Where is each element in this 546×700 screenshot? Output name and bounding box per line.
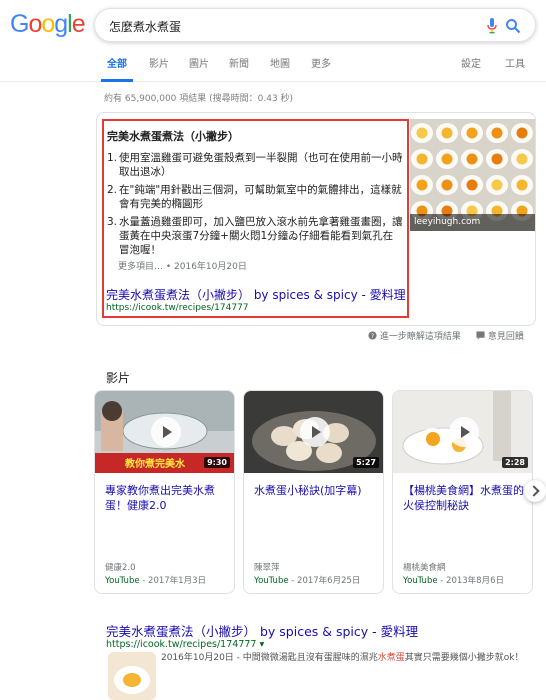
list-item: 2. 在"鈍端"用針戳出三個洞，可幫助氣室中的氣體排出，這樣就會有完美的橢圓形 bbox=[107, 183, 403, 211]
egg-yolk bbox=[516, 179, 528, 191]
egg-yolk bbox=[516, 127, 528, 139]
microphone-icon[interactable] bbox=[487, 18, 497, 34]
egg-yolk bbox=[491, 127, 503, 139]
search-box[interactable]: 怎麼煮水煮蛋 bbox=[94, 8, 536, 42]
video-author: 健康2.0 bbox=[105, 563, 136, 573]
videos-heading: 影片 bbox=[106, 371, 131, 385]
result-snippet-highlight: 水煮蛋 bbox=[377, 653, 405, 663]
egg-yolk bbox=[491, 153, 503, 165]
snippet-list: 1. 使用室溫雞蛋可避免蛋殼煮到一半裂開（也可在使用前一小時取出退冰） 2. 在"鈍… bbox=[107, 151, 403, 261]
egg-yolk bbox=[466, 127, 478, 139]
video-card[interactable]: 5:27 水煮蛋小秘訣(加字幕) 陳翠萍 YouTube - 2017年6月25… bbox=[243, 390, 384, 594]
feedback-label: 意見回饋 bbox=[487, 332, 524, 342]
snippet-url: https://icook.tw/recipes/174777 bbox=[106, 303, 249, 313]
egg-yolk bbox=[466, 179, 478, 191]
egg-yolk bbox=[416, 179, 428, 191]
thumbnail-overlay-text: 教你煮完美水 bbox=[124, 457, 186, 470]
list-number: 3. bbox=[107, 216, 118, 228]
video-card[interactable]: 2:28 【楊桃美食網】水煮蛋的火侯控制秘訣 楊桃美食網 YouTube - 2… bbox=[392, 390, 533, 594]
about-result-link[interactable]: ? 進一步瞭解這項結果 bbox=[368, 329, 461, 342]
svg-text:?: ? bbox=[371, 333, 374, 340]
google-logo[interactable]: Google bbox=[10, 10, 86, 39]
about-result-label: 進一步瞭解這項結果 bbox=[379, 332, 461, 342]
egg-yolk bbox=[491, 179, 503, 191]
logo-letter: o bbox=[28, 10, 42, 38]
play-icon bbox=[151, 417, 181, 447]
list-text: 水量蓋過雞蛋即可，加入鹽巴放入滾水前先拿著雞蛋畫圈，讓蛋黃在中央滾蛋7分鐘+關火… bbox=[119, 216, 403, 256]
feedback-link[interactable]: 意見回饋 bbox=[476, 329, 524, 342]
egg-yolk bbox=[416, 127, 428, 139]
result-thumbnail[interactable] bbox=[108, 652, 156, 700]
egg-image bbox=[108, 652, 156, 700]
egg-yolk bbox=[441, 153, 453, 165]
egg-yolk bbox=[441, 179, 453, 191]
egg-yolk bbox=[466, 153, 478, 165]
video-card[interactable]: 教你煮完美水 9:30 專家教你煮出完美水煮蛋！健康2.0 健康2.0 YouT… bbox=[94, 390, 235, 594]
video-author: 楊桃美食網 bbox=[403, 563, 446, 573]
tab-images[interactable]: 圖片 bbox=[189, 56, 209, 82]
tab-settings[interactable]: 設定 bbox=[461, 56, 481, 82]
image-source-caption: leeyihugh.com bbox=[410, 214, 535, 231]
feedback-icon bbox=[476, 331, 485, 340]
video-author: 陳翠萍 bbox=[254, 563, 280, 573]
more-items-date: 更多項目… • 2016年10月20日 bbox=[118, 262, 247, 272]
tab-more[interactable]: 更多 bbox=[311, 56, 331, 82]
video-duration: 9:30 bbox=[204, 457, 230, 468]
logo-letter: e bbox=[71, 10, 86, 38]
video-date: - 2017年6月25日 bbox=[291, 576, 361, 586]
list-number: 2. bbox=[107, 184, 118, 196]
video-duration: 2:28 bbox=[502, 457, 528, 468]
egg-yolk bbox=[516, 153, 528, 165]
video-meta: YouTube - 2013年8月6日 bbox=[403, 574, 504, 586]
snippet-title: 完美水煮蛋煮法（小撇步） bbox=[107, 130, 239, 143]
video-meta: YouTube - 2017年6月25日 bbox=[254, 574, 360, 586]
play-icon bbox=[300, 417, 330, 447]
tab-maps[interactable]: 地圖 bbox=[270, 56, 290, 82]
search-tabs: 全部 影片 圖片 新聞 地圖 更多 設定 工具 bbox=[0, 56, 546, 82]
chevron-right-icon[interactable] bbox=[524, 480, 546, 502]
video-meta: YouTube - 2017年1月3日 bbox=[105, 574, 206, 586]
logo-letter: o bbox=[41, 10, 55, 38]
list-text: 使用室溫雞蛋可避免蛋殼煮到一半裂開（也可在使用前一小時取出退冰） bbox=[119, 152, 403, 178]
tab-news[interactable]: 新聞 bbox=[229, 56, 249, 82]
video-duration: 5:27 bbox=[353, 457, 379, 468]
result-snippet-text: 2016年10月20日 - 中間微微湯匙且沒有蛋腥味的濕兆 bbox=[161, 653, 378, 663]
result-title-link[interactable]: 完美水煮蛋煮法（小撇步） by spices & spicy - 愛料理 bbox=[106, 621, 418, 640]
video-date: - 2013年8月6日 bbox=[440, 576, 504, 586]
list-item: 3. 水量蓋過雞蛋即可，加入鹽巴放入滾水前先拿著雞蛋畫圈，讓蛋黃在中央滾蛋7分鐘+… bbox=[107, 215, 403, 257]
result-url[interactable]: https://icook.tw/recipes/174777 ▾ bbox=[106, 639, 264, 650]
tab-all[interactable]: 全部 bbox=[101, 56, 133, 82]
list-text: 在"鈍端"用針戳出三個洞，可幫助氣室中的氣體排出，這樣就會有完美的橢圓形 bbox=[119, 184, 402, 210]
result-snippet-text: 其實只需要幾個小撇步就ok！ bbox=[404, 653, 524, 663]
list-item: 1. 使用室溫雞蛋可避免蛋殼煮到一半裂開（也可在使用前一小時取出退冰） bbox=[107, 151, 403, 179]
tab-videos[interactable]: 影片 bbox=[149, 56, 169, 82]
snippet-result-link[interactable]: 完美水煮蛋煮法（小撇步） by spices & spicy - 愛料理 bbox=[106, 286, 406, 303]
video-title[interactable]: 水煮蛋小秘訣(加字幕) bbox=[254, 483, 378, 498]
tab-tools[interactable]: 工具 bbox=[505, 56, 525, 82]
egg-yolk bbox=[416, 153, 428, 165]
search-input[interactable]: 怎麼煮水煮蛋 bbox=[109, 18, 181, 35]
help-icon: ? bbox=[368, 331, 377, 340]
video-source: YouTube bbox=[105, 576, 140, 586]
result-snippet: 2016年10月20日 - 中間微微湯匙且沒有蛋腥味的濕兆水煮蛋其實只需要幾個小… bbox=[161, 652, 541, 664]
search-icon[interactable] bbox=[505, 18, 521, 34]
video-source: YouTube bbox=[254, 576, 289, 586]
list-number: 1. bbox=[107, 152, 118, 164]
video-title[interactable]: 專家教你煮出完美水煮蛋！健康2.0 bbox=[105, 483, 229, 513]
play-icon bbox=[449, 417, 479, 447]
logo-letter: g bbox=[54, 10, 68, 38]
video-title[interactable]: 【楊桃美食網】水煮蛋的火侯控制秘訣 bbox=[403, 483, 527, 513]
video-date: - 2017年1月3日 bbox=[142, 576, 206, 586]
video-source: YouTube bbox=[403, 576, 438, 586]
logo-letter: G bbox=[10, 10, 29, 38]
result-stats: 約有 65,900,000 項結果 (搜尋時間：0.43 秒) bbox=[104, 94, 294, 104]
egg-yolk bbox=[441, 127, 453, 139]
